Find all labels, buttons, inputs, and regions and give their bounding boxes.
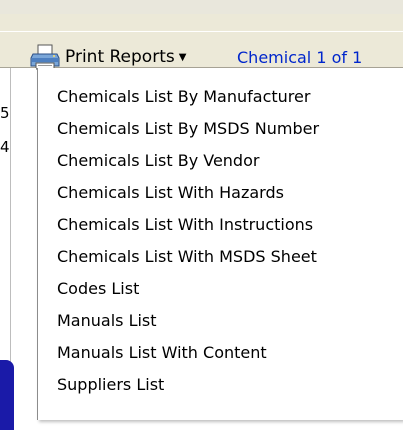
clipped-field-text: 4: [0, 138, 10, 156]
toolbar: Print Reports ▼ Chemical 1 of 1: [0, 14, 403, 70]
menu-item-with-instructions[interactable]: Chemicals List With Instructions: [38, 209, 402, 241]
menu-item-with-msds-sheet[interactable]: Chemicals List With MSDS Sheet: [38, 241, 402, 273]
clipped-field-text: 5: [0, 104, 10, 122]
menu-item-with-hazards[interactable]: Chemicals List With Hazards: [38, 177, 402, 209]
record-status: Chemical 1 of 1: [237, 48, 363, 67]
menu-item-by-msds-number[interactable]: Chemicals List By MSDS Number: [38, 113, 402, 145]
window-top-strip: [0, 0, 403, 14]
printer-icon: [30, 44, 60, 70]
menu-item-codes-list[interactable]: Codes List: [38, 273, 402, 305]
menu-item-by-manufacturer[interactable]: Chemicals List By Manufacturer: [38, 81, 402, 113]
menu-item-manuals-list[interactable]: Manuals List: [38, 305, 402, 337]
caret-down-icon: ▼: [178, 51, 187, 63]
print-reports-menu: Chemicals List By Manufacturer Chemicals…: [37, 68, 403, 420]
menu-item-suppliers-list[interactable]: Suppliers List: [38, 369, 402, 401]
toolbar-highlight: [0, 31, 403, 32]
menu-item-manuals-with-content[interactable]: Manuals List With Content: [38, 337, 402, 369]
print-reports-label: Print Reports: [65, 47, 175, 67]
menu-item-by-vendor[interactable]: Chemicals List By Vendor: [38, 145, 402, 177]
background-form-edge: 5 4: [0, 68, 36, 430]
